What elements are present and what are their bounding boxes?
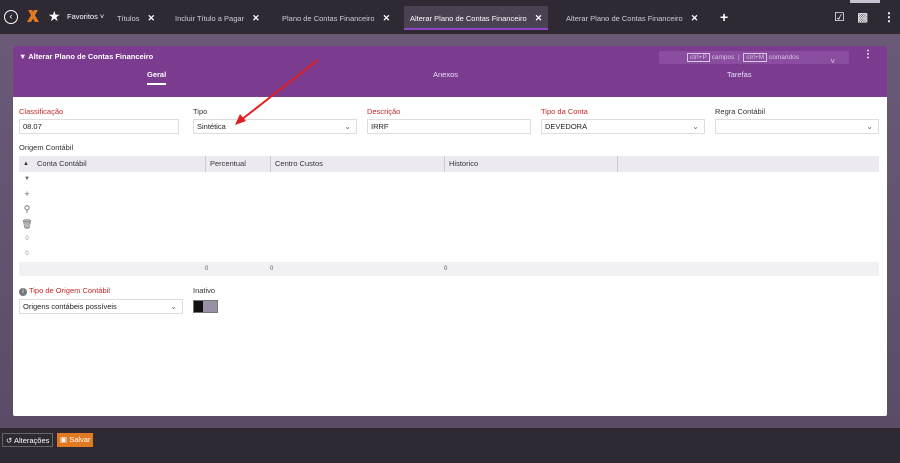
history-icon: ↺	[6, 436, 13, 445]
chat-icon[interactable]: ▩	[857, 10, 868, 24]
column-historico[interactable]: Historico	[449, 156, 478, 172]
sort-up-icon[interactable]: ▲	[23, 156, 29, 172]
tab-alterar-plano-2[interactable]: Alterar Plano de Contas Financeiro ✕	[566, 8, 698, 28]
tab-incluir-titulo[interactable]: Incluir Título a Pagar ✕	[175, 8, 260, 28]
form-card: ▼ Alterar Plano de Contas Financeiro ctr…	[13, 46, 887, 416]
close-icon[interactable]: ✕	[252, 13, 260, 23]
column-centro-custos[interactable]: Centro Custos	[275, 156, 323, 172]
column-divider	[617, 156, 618, 172]
app-logo-icon[interactable]	[26, 8, 40, 24]
column-divider	[205, 156, 206, 172]
add-row-icon[interactable]: +	[19, 187, 35, 202]
column-divider	[444, 156, 445, 172]
footer-historico-total: 0	[444, 266, 448, 272]
close-icon[interactable]: ✕	[148, 13, 156, 23]
origem-contabil-label: Origem Contábil	[19, 143, 74, 152]
info-icon[interactable]: i	[19, 288, 27, 296]
grid-header: ▲ Conta Contábil Percentual Centro Custo…	[19, 156, 879, 172]
column-percentual[interactable]: Percentual	[210, 156, 246, 172]
save-icon: ▣	[60, 435, 68, 444]
column-conta-contabil[interactable]: Conta Contábil	[37, 156, 87, 172]
clipboard-icon[interactable]: ☑	[834, 10, 845, 24]
star-icon[interactable]: ★	[48, 8, 61, 24]
close-icon[interactable]: ✕	[691, 13, 699, 23]
inativo-toggle[interactable]	[193, 300, 218, 313]
tipo-origem-label: i Tipo de Origem Contábil	[19, 286, 110, 296]
grid-toolbar: ▼ + ⚲ 🗑 0 0	[19, 172, 35, 262]
chevron-down-icon: ⌄	[170, 302, 177, 311]
workspace: ▼ Alterar Plano de Contas Financeiro ctr…	[0, 34, 900, 428]
close-icon[interactable]: ✕	[535, 13, 543, 23]
annotation-arrow	[235, 59, 319, 125]
grid-footer: 0 0 0	[19, 262, 879, 276]
trash-icon[interactable]: 🗑	[19, 217, 35, 232]
favorites-menu[interactable]: Favoritos ˅	[67, 12, 104, 21]
tab-titulos[interactable]: Títulos ✕	[117, 8, 155, 28]
back-icon[interactable]: ‹	[4, 10, 18, 24]
footer-centro-total: 0	[270, 266, 274, 272]
tipo-origem-select[interactable]: Origens contábeis possíveis ⌄	[19, 299, 183, 314]
tab-alterar-plano-active[interactable]: Alterar Plano de Contas Financeiro ✕	[404, 6, 549, 30]
sort-down-icon[interactable]: ▼	[19, 172, 35, 187]
search-icon[interactable]: ⚲	[19, 202, 35, 217]
toggle-knob	[194, 301, 203, 312]
bottom-bar: ↺ Alterações ▣ Salvar	[0, 428, 900, 463]
add-tab-icon[interactable]: +	[720, 9, 728, 25]
top-tab-bar: ‹ ★ Favoritos ˅ Títulos ✕ Incluir Título …	[0, 0, 900, 34]
close-icon[interactable]: ✕	[383, 13, 391, 23]
tab-plano-contas[interactable]: Plano de Contas Financeiro ✕	[282, 8, 390, 28]
save-button[interactable]: ▣ Salvar	[57, 433, 94, 447]
grid-count: 0	[25, 236, 29, 242]
column-divider	[270, 156, 271, 172]
grid-count: 0	[25, 251, 29, 257]
footer-percentual-total: 0	[205, 266, 209, 272]
window-strip	[850, 0, 880, 3]
changes-button[interactable]: ↺ Alterações	[2, 433, 54, 447]
more-icon[interactable]: ⋮	[883, 10, 895, 24]
inativo-label: Inativo	[193, 286, 216, 295]
